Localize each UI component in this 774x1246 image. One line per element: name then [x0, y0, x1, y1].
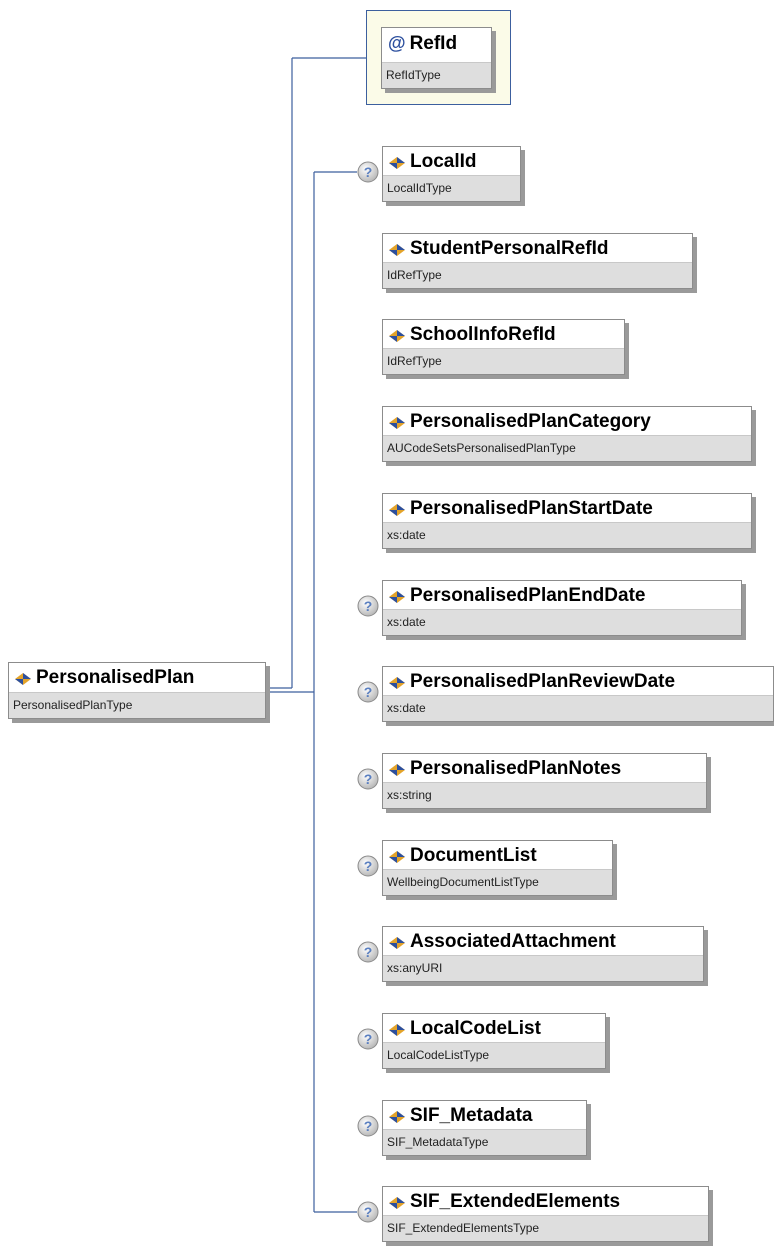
element-type: SIF_MetadataType [383, 1129, 586, 1155]
element-diamond-icon [389, 851, 405, 863]
attribute-name: RefId [409, 33, 458, 54]
element-diamond-icon [389, 1111, 405, 1123]
element-sif-extendedelements[interactable]: SIF_ExtendedElements SIF_ExtendedElements… [382, 1186, 713, 1246]
element-localcodelist[interactable]: LocalCodeList LocalCodeListType [382, 1013, 610, 1073]
question-mark-icon: ? [357, 1028, 379, 1050]
element-name: PersonalisedPlanNotes [410, 758, 622, 779]
root-element-personalisedplan[interactable]: PersonalisedPlan PersonalisedPlanType [8, 662, 270, 723]
element-name: LocalId [410, 151, 477, 172]
element-diamond-icon [389, 244, 405, 256]
svg-text:?: ? [364, 771, 373, 787]
element-type: IdRefType [383, 262, 692, 288]
element-name: DocumentList [410, 845, 537, 866]
svg-text:?: ? [364, 1118, 373, 1134]
element-type: LocalIdType [383, 175, 520, 201]
question-mark-icon: ? [357, 941, 379, 963]
svg-text:?: ? [364, 164, 373, 180]
svg-text:?: ? [364, 1031, 373, 1047]
element-type: AUCodeSetsPersonalisedPlanType [383, 435, 751, 461]
element-type: xs:date [383, 695, 773, 721]
element-personalisedplanstartdate[interactable]: PersonalisedPlanStartDate xs:date [382, 493, 756, 553]
question-mark-icon: ? [357, 1201, 379, 1223]
element-personalisedplannotes[interactable]: PersonalisedPlanNotes xs:string [382, 753, 711, 813]
element-name: PersonalisedPlanReviewDate [410, 671, 676, 692]
element-diamond-icon [389, 504, 405, 516]
svg-text:?: ? [364, 598, 373, 614]
root-type: PersonalisedPlanType [9, 692, 265, 718]
element-name: AssociatedAttachment [410, 931, 616, 952]
element-diamond-icon [389, 1024, 405, 1036]
question-mark-icon: ? [357, 768, 379, 790]
element-name: LocalCodeList [410, 1018, 541, 1039]
svg-text:?: ? [364, 1204, 373, 1220]
element-type: xs:date [383, 522, 751, 548]
element-sif-metadata[interactable]: SIF_Metadata SIF_MetadataType [382, 1100, 591, 1160]
question-mark-icon: ? [357, 681, 379, 703]
element-associatedattachment[interactable]: AssociatedAttachment xs:anyURI [382, 926, 708, 986]
element-name: SchoolInfoRefId [410, 324, 556, 345]
element-type: xs:date [383, 609, 741, 635]
element-diamond-icon [389, 417, 405, 429]
element-name: SIF_ExtendedElements [410, 1191, 621, 1212]
element-personalisedplanenddate[interactable]: PersonalisedPlanEndDate xs:date [382, 580, 746, 640]
element-type: LocalCodeListType [383, 1042, 605, 1068]
element-localid[interactable]: LocalId LocalIdType [382, 146, 525, 206]
element-diamond-icon [389, 1197, 405, 1209]
svg-text:?: ? [364, 944, 373, 960]
question-mark-icon: ? [357, 595, 379, 617]
svg-text:?: ? [364, 684, 373, 700]
attribute-type: RefIdType [382, 62, 491, 88]
element-diamond-icon [389, 591, 405, 603]
element-name: PersonalisedPlanCategory [410, 411, 651, 432]
element-personalisedplancategory[interactable]: PersonalisedPlanCategory AUCodeSetsPerson… [382, 406, 756, 466]
element-personalisedplanreviewdate[interactable]: PersonalisedPlanReviewDate xs:date [382, 666, 774, 726]
element-diamond-icon [389, 937, 405, 949]
attribute-refid[interactable]: @ RefId RefIdType [381, 27, 496, 93]
element-type: SIF_ExtendedElementsType [383, 1215, 708, 1241]
question-mark-icon: ? [357, 161, 379, 183]
element-documentlist[interactable]: DocumentList WellbeingDocumentListType [382, 840, 617, 900]
at-sign-icon: @ [388, 33, 406, 53]
element-schoolinforefid[interactable]: SchoolInfoRefId IdRefType [382, 319, 629, 379]
element-name: SIF_Metadata [410, 1105, 533, 1126]
svg-text:?: ? [364, 858, 373, 874]
element-diamond-icon [389, 157, 405, 169]
element-name: PersonalisedPlanStartDate [410, 498, 653, 519]
element-diamond-icon [389, 330, 405, 342]
element-type: xs:string [383, 782, 706, 808]
root-name: PersonalisedPlan [36, 667, 195, 688]
element-type: xs:anyURI [383, 955, 703, 981]
element-name: PersonalisedPlanEndDate [410, 585, 646, 606]
element-diamond-icon [389, 764, 405, 776]
element-studentpersonalrefid[interactable]: StudentPersonalRefId IdRefType [382, 233, 697, 293]
element-type: IdRefType [383, 348, 624, 374]
question-mark-icon: ? [357, 855, 379, 877]
element-type: WellbeingDocumentListType [383, 869, 612, 895]
element-diamond-icon [15, 673, 31, 685]
element-name: StudentPersonalRefId [410, 238, 609, 259]
element-diamond-icon [389, 677, 405, 689]
question-mark-icon: ? [357, 1115, 379, 1137]
